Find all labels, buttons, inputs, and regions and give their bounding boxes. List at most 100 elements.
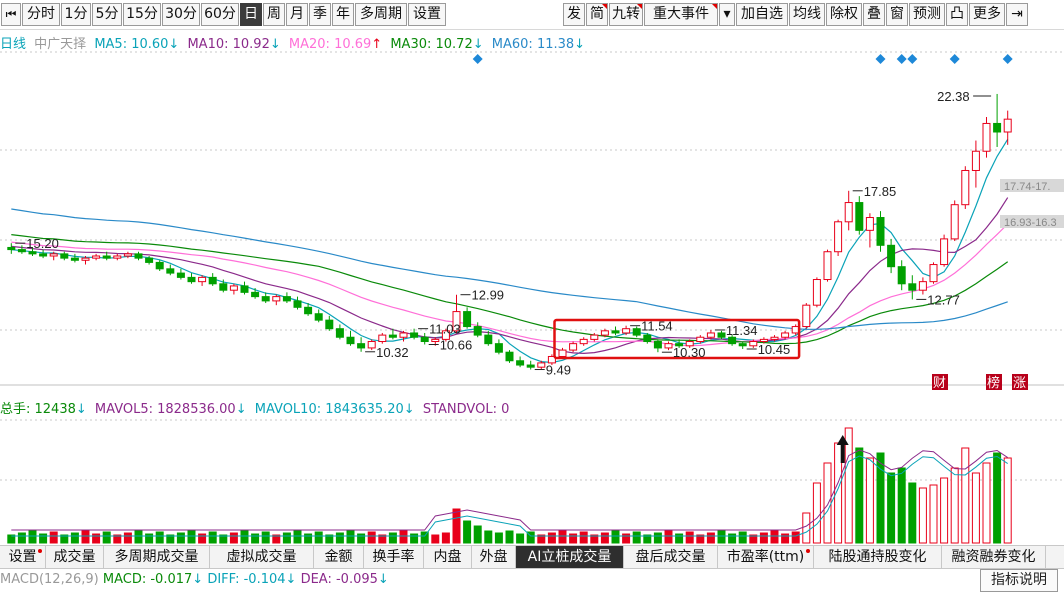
annotation-label: 10.30 (673, 345, 706, 360)
volume-bar (547, 532, 556, 544)
tool-button-10[interactable]: 预测 (909, 3, 945, 26)
indicator-tab-9[interactable]: 盘后成交量 (624, 546, 718, 568)
candle-body (176, 272, 185, 278)
volume-bar (844, 427, 853, 544)
period-button-2[interactable]: 5分 (92, 3, 122, 26)
tool-button-0[interactable]: 发 (563, 3, 585, 26)
candle-body (198, 276, 207, 283)
tool-button-2[interactable]: 九转 (609, 3, 643, 26)
volume-bar (145, 533, 154, 544)
period-button-11[interactable]: 多周期 (355, 3, 407, 26)
period-button-5[interactable]: 60分 (201, 3, 239, 26)
tool-button-9[interactable]: 窗 (886, 3, 908, 26)
tool-button-8[interactable]: 叠 (863, 3, 885, 26)
mavol10-arrow: ↓ (403, 402, 415, 417)
candle-body (844, 202, 853, 223)
candle-body (918, 281, 927, 291)
indicator-help-button[interactable]: 指标说明 (980, 569, 1058, 592)
candle-body (876, 217, 885, 246)
candle-body (346, 336, 355, 345)
candle-body (272, 296, 281, 302)
candle-body (378, 334, 387, 343)
indicator-tab-6[interactable]: 内盘 (424, 546, 472, 568)
indicator-tab-11[interactable]: 陆股通持股变化 (814, 546, 942, 568)
candle-body (325, 319, 334, 330)
candle-body (240, 285, 249, 293)
price-legend: 日线 中广天择 MA5: 10.60↓ MA10: 10.92↓ MA20: 1… (0, 33, 589, 52)
candle-body (961, 169, 970, 206)
first-page-icon[interactable]: ⏮ (1, 3, 21, 26)
period-button-1[interactable]: 1分 (61, 3, 91, 26)
tool-button-7[interactable]: 除权 (826, 3, 862, 26)
ma5-value: MA5: 10.60 (94, 37, 169, 52)
candle-body (229, 285, 238, 291)
mavol5-arrow: ↓ (235, 402, 247, 417)
event-diamond-icon (472, 54, 483, 64)
indicator-tab-2[interactable]: 多周期成交量 (104, 546, 210, 568)
tool-button-1[interactable]: 简 (586, 3, 608, 26)
volume-bar (494, 532, 503, 544)
period-button-10[interactable]: 年 (332, 3, 354, 26)
volume-bar (410, 533, 419, 544)
indicator-tab-8[interactable]: AI立桩成交量 (516, 546, 624, 568)
period-button-6[interactable]: 日 (240, 3, 262, 26)
range-label: 17.74-17. (1004, 181, 1050, 193)
indicator-tab-12[interactable]: 融资融券变化 (942, 546, 1046, 568)
event-marker: 涨 (1013, 376, 1026, 391)
candle-body (357, 343, 366, 349)
period-button-3[interactable]: 15分 (123, 3, 161, 26)
ma30-arrow: ↓ (472, 37, 484, 52)
tool-button-11[interactable]: 凸 (946, 3, 968, 26)
volume-bar (282, 532, 291, 544)
volume-bar (823, 462, 832, 544)
period-button-7[interactable]: 周 (263, 3, 285, 26)
indicator-tab-5[interactable]: 换手率 (364, 546, 424, 568)
tool-button-13[interactable]: ⇥ (1006, 3, 1028, 26)
candle-body (81, 257, 90, 261)
candle-body (410, 332, 419, 338)
tool-button-6[interactable]: 均线 (789, 3, 825, 26)
candle-body (102, 255, 111, 259)
volume-bar (855, 447, 864, 544)
volume-bar (781, 533, 790, 544)
candle-body (600, 330, 609, 336)
candle-body (632, 328, 641, 336)
indicator-tab-3[interactable]: 虚拟成交量 (210, 546, 314, 568)
indicator-tab-1[interactable]: 成交量 (46, 546, 104, 568)
volume-bar (304, 533, 313, 544)
period-button-8[interactable]: 月 (286, 3, 308, 26)
period-button-4[interactable]: 30分 (162, 3, 200, 26)
mavol5-value: MAVOL5: 1828536.00 (94, 402, 236, 417)
period-button-0[interactable]: 分时 (22, 3, 60, 26)
candle-body (60, 253, 69, 259)
candle-body (208, 276, 217, 285)
candle-body (696, 336, 705, 343)
candle-body (717, 332, 726, 338)
volume-bar (802, 512, 811, 544)
candle-body (70, 257, 79, 261)
indicator-tab-7[interactable]: 外盘 (472, 546, 516, 568)
diff-value: DIFF: -0.104 (207, 572, 286, 587)
volume-bar (123, 532, 132, 544)
tool-button-4[interactable]: ▾ (719, 3, 735, 26)
tool-button-5[interactable]: 加自选 (736, 3, 788, 26)
tool-button-3[interactable]: 重大事件 (644, 3, 718, 26)
annotation-label: 15.20 (26, 236, 59, 251)
candle-body (113, 255, 122, 259)
indicator-tab-4[interactable]: 金额 (314, 546, 364, 568)
volume-bar (759, 532, 768, 544)
event-diamond-icon (896, 54, 907, 64)
volume-bar (950, 467, 959, 544)
volume-bar (993, 452, 1002, 544)
candle-body (653, 341, 662, 349)
tool-button-12[interactable]: 更多 (969, 3, 1005, 26)
volume-bar (664, 530, 673, 544)
volume-bar (102, 531, 111, 544)
mavol10-value: MAVOL10: 1843635.20 (254, 402, 404, 417)
period-button-9[interactable]: 季 (309, 3, 331, 26)
period-button-12[interactable]: 设置 (408, 3, 446, 26)
annotation-label: 10.32 (376, 345, 409, 360)
indicator-tab-10[interactable]: 市盈率(ttm) (718, 546, 814, 568)
stock-chart[interactable]: 15.20 10.32 11.0310.66 12.99 9.49 11.5410.30 1… (0, 30, 1064, 545)
indicator-tabs: 设置 成交量 多周期成交量 虚拟成交量 金额 换手率 内盘 外盘 AI立桩成交量 盘后成交量 市盈率… (0, 545, 1064, 569)
